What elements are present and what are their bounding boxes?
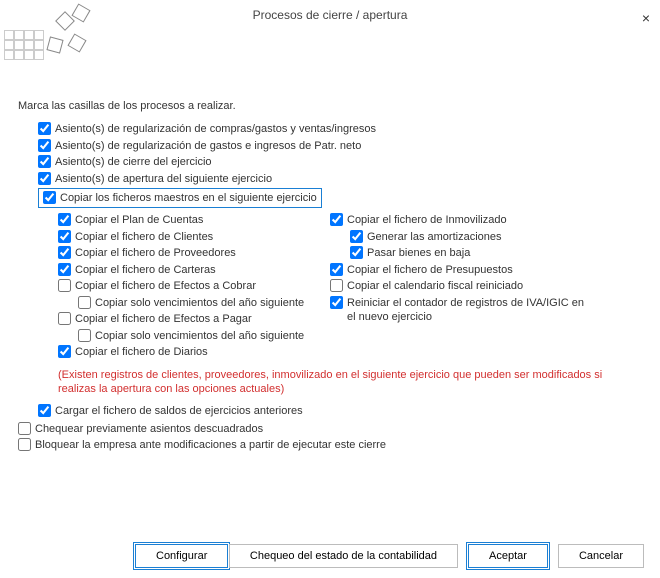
warning-text: (Existen registros de clientes, proveedo… xyxy=(58,368,642,396)
label-cierre: Asiento(s) de cierre del ejercicio xyxy=(55,155,212,169)
label-ef-pagar: Copiar el fichero de Efectos a Pagar xyxy=(75,312,252,326)
content-area: Marca las casillas de los procesos a rea… xyxy=(0,30,660,452)
check-diarios[interactable] xyxy=(58,345,71,358)
label-copiar-maestros: Copiar los ficheros maestros en el sigui… xyxy=(60,191,317,205)
app-logo xyxy=(4,8,94,58)
check-amort[interactable] xyxy=(350,230,363,243)
check-reg-patr[interactable] xyxy=(38,139,51,152)
label-venc2: Copiar solo vencimientos del año siguien… xyxy=(95,329,304,343)
label-cal-fiscal: Copiar el calendario fiscal reiniciado xyxy=(347,279,523,293)
check-bloquear[interactable] xyxy=(18,438,31,451)
configurar-button[interactable]: Configurar xyxy=(135,544,228,568)
close-icon[interactable]: × xyxy=(642,3,650,33)
instruction-text: Marca las casillas de los procesos a rea… xyxy=(18,100,642,112)
check-copiar-maestros[interactable] xyxy=(43,191,56,204)
check-bienes[interactable] xyxy=(350,246,363,259)
label-carteras: Copiar el fichero de Carteras xyxy=(75,263,216,277)
check-clientes[interactable] xyxy=(58,230,71,243)
label-ef-cobrar: Copiar el fichero de Efectos a Cobrar xyxy=(75,279,256,293)
check-cal-fiscal[interactable] xyxy=(330,279,343,292)
label-plan: Copiar el Plan de Cuentas xyxy=(75,213,203,227)
label-saldos: Cargar el fichero de saldos de ejercicio… xyxy=(55,404,303,418)
check-prov[interactable] xyxy=(58,246,71,259)
check-chequear[interactable] xyxy=(18,422,31,435)
check-reset-iva[interactable] xyxy=(330,296,343,309)
dialog-title: Procesos de cierre / apertura xyxy=(253,8,408,22)
check-ef-pagar[interactable] xyxy=(58,312,71,325)
label-bloquear: Bloquear la empresa ante modificaciones … xyxy=(35,438,386,452)
highlight-copiar-maestros: Copiar los ficheros maestros en el sigui… xyxy=(38,188,322,208)
label-amort: Generar las amortizaciones xyxy=(367,230,502,244)
check-saldos[interactable] xyxy=(38,404,51,417)
check-presup[interactable] xyxy=(330,263,343,276)
check-carteras[interactable] xyxy=(58,263,71,276)
label-inmov: Copiar el fichero de Inmovilizado xyxy=(347,213,507,227)
aceptar-button[interactable]: Aceptar xyxy=(468,544,548,568)
label-reset-iva: Reiniciar el contador de registros de IV… xyxy=(347,296,587,324)
title-bar: Procesos de cierre / apertura × xyxy=(0,0,660,30)
label-bienes: Pasar bienes en baja xyxy=(367,246,470,260)
chequeo-button[interactable]: Chequeo del estado de la contabilidad xyxy=(229,544,458,568)
check-cierre[interactable] xyxy=(38,155,51,168)
label-clientes: Copiar el fichero de Clientes xyxy=(75,230,213,244)
label-prov: Copiar el fichero de Proveedores xyxy=(75,246,236,260)
check-reg-compras[interactable] xyxy=(38,122,51,135)
label-reg-patr: Asiento(s) de regularización de gastos e… xyxy=(55,139,361,153)
label-chequear: Chequear previamente asientos descuadrad… xyxy=(35,422,263,436)
check-venc1[interactable] xyxy=(78,296,91,309)
label-apertura: Asiento(s) de apertura del siguiente eje… xyxy=(55,172,272,186)
check-ef-cobrar[interactable] xyxy=(58,279,71,292)
button-bar: Chequeo del estado de la contabilidad Ac… xyxy=(229,544,644,568)
label-venc1: Copiar solo vencimientos del año siguien… xyxy=(95,296,304,310)
check-inmov[interactable] xyxy=(330,213,343,226)
label-diarios: Copiar el fichero de Diarios xyxy=(75,345,208,359)
cancelar-button[interactable]: Cancelar xyxy=(558,544,644,568)
check-plan[interactable] xyxy=(58,213,71,226)
check-apertura[interactable] xyxy=(38,172,51,185)
label-reg-compras: Asiento(s) de regularización de compras/… xyxy=(55,122,376,136)
label-presup: Copiar el fichero de Presupuestos xyxy=(347,263,513,277)
check-venc2[interactable] xyxy=(78,329,91,342)
